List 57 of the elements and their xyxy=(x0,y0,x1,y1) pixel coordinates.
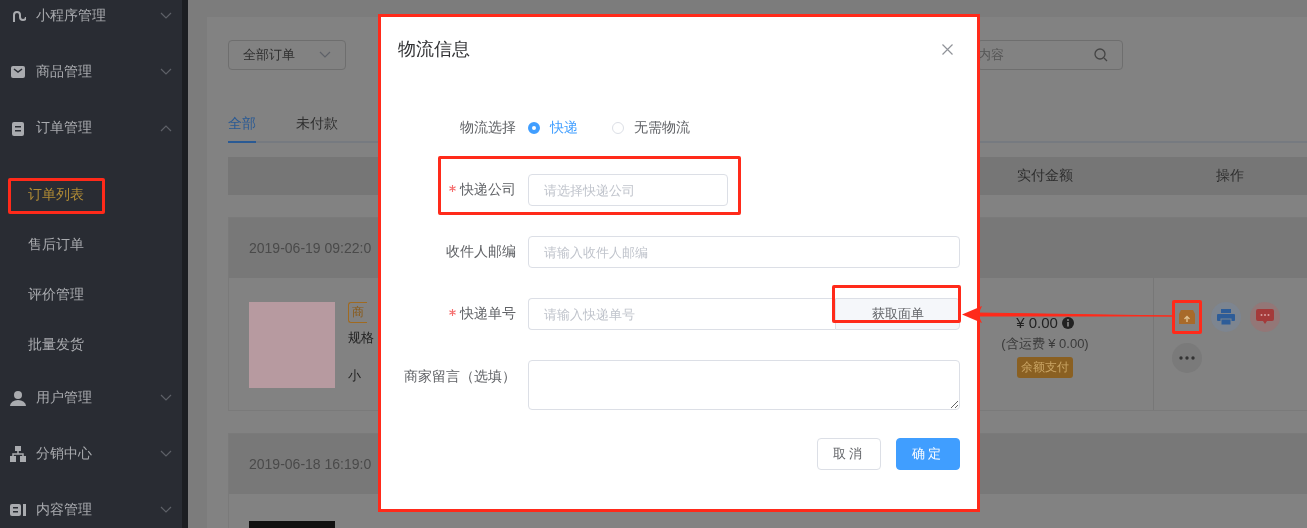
subtotal-label: 小 xyxy=(348,367,362,385)
sidebar-item[interactable]: 内容管理 xyxy=(0,482,182,528)
document-icon xyxy=(10,502,26,518)
payment-badge: 余额支付 xyxy=(1017,357,1073,378)
required-icon xyxy=(449,309,456,316)
required-icon xyxy=(449,185,456,192)
sidebar-item[interactable]: 分销中心 xyxy=(0,426,182,482)
chat-icon xyxy=(1256,309,1274,325)
chevron-icon xyxy=(160,506,172,514)
dialog-title: 物流信息 xyxy=(398,38,470,61)
chevron-icon xyxy=(160,12,172,20)
field-label: 收件人邮编 xyxy=(445,243,516,261)
sidebar-subitem[interactable]: 评价管理 xyxy=(0,270,182,320)
message-textarea[interactable] xyxy=(528,360,960,410)
more-icon xyxy=(1179,356,1195,360)
more-button[interactable] xyxy=(1172,343,1202,373)
field-label: 快递单号 xyxy=(381,305,516,323)
order-type-dropdown[interactable]: 全部订单 xyxy=(228,40,346,70)
product-tag: 商 xyxy=(348,302,367,323)
info-icon xyxy=(1061,316,1074,329)
shipping-fee: (含运费 ¥ 0.00) xyxy=(1001,335,1089,353)
product-spec: 规格 xyxy=(348,329,374,347)
sidebar-item[interactable]: 商品管理 xyxy=(0,44,182,100)
message-button[interactable] xyxy=(1250,302,1280,332)
bag-icon xyxy=(10,64,26,80)
sidebar-item[interactable]: 小程序管理 xyxy=(0,0,182,44)
chevron-icon xyxy=(319,51,331,59)
field-label: 快递公司 xyxy=(381,181,516,199)
column-header: 操作 xyxy=(1215,167,1245,185)
cancel-button[interactable]: 取消 xyxy=(817,438,881,470)
sidebar-subitem[interactable]: 批量发货 xyxy=(0,320,182,370)
paid-amount: ¥ 0.00 xyxy=(1016,314,1058,331)
field-label: 商家留言（选填） xyxy=(403,367,516,386)
chevron-icon xyxy=(160,68,172,76)
chevron-icon xyxy=(160,450,172,458)
radio-option[interactable]: 无需物流 xyxy=(612,119,690,137)
search-icon xyxy=(1094,48,1108,62)
box-icon xyxy=(1178,309,1196,325)
clipboard-icon xyxy=(10,120,26,136)
printer-icon xyxy=(1217,309,1235,325)
link-icon xyxy=(10,8,26,24)
close-icon xyxy=(942,43,953,55)
tab[interactable]: 未付款 xyxy=(296,115,338,143)
chevron-icon xyxy=(160,394,172,402)
hierarchy-icon xyxy=(10,446,26,462)
user-icon xyxy=(10,390,26,406)
column-header: 实付金额 xyxy=(1016,167,1074,185)
field-label: 物流选择 xyxy=(459,119,516,137)
chevron-icon xyxy=(160,124,172,132)
print-button[interactable] xyxy=(1211,302,1241,332)
sidebar-subitem[interactable]: 售后订单 xyxy=(0,220,182,270)
ship-button[interactable] xyxy=(1172,300,1202,334)
sidebar-item[interactable]: 订单管理 xyxy=(0,100,182,156)
sidebar-subitem[interactable]: 订单列表 xyxy=(0,170,182,220)
input-field[interactable]: 请输入收件人邮编 xyxy=(528,236,960,268)
close-button[interactable] xyxy=(942,43,953,55)
sidebar-item[interactable]: 用户管理 xyxy=(0,370,182,426)
